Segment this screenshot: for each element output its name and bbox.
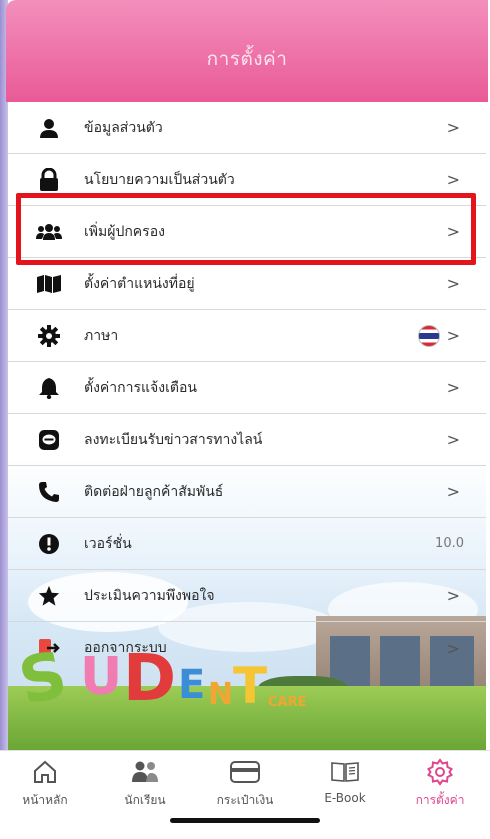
home-icon bbox=[0, 757, 90, 787]
chevron-right-icon: > bbox=[446, 326, 460, 345]
tab-label: E-Book bbox=[324, 791, 366, 805]
tab-students[interactable]: นักเรียน bbox=[100, 757, 190, 817]
menu-item-label: เวอร์ชั่น bbox=[84, 535, 132, 552]
tab-settings[interactable]: การตั้งค่า bbox=[395, 757, 485, 817]
window-edge bbox=[0, 0, 8, 839]
map-icon bbox=[36, 271, 62, 297]
tab-ebook[interactable]: E-Book bbox=[300, 757, 390, 817]
info-icon bbox=[36, 531, 62, 557]
menu-item-version: เวอร์ชั่น 10.0 bbox=[8, 518, 486, 570]
tab-wallet[interactable]: กระเป๋าเงิน bbox=[200, 757, 290, 817]
tab-label: หน้าหลัก bbox=[22, 793, 68, 807]
thai-flag-icon bbox=[418, 324, 440, 347]
settings-icon bbox=[395, 757, 485, 787]
page-header: การตั้งค่า bbox=[6, 0, 488, 102]
chevron-right-icon: > bbox=[446, 170, 460, 189]
phone-icon bbox=[36, 479, 62, 505]
wallet-icon bbox=[200, 757, 290, 787]
menu-item-label: ประเมินความพึงพอใจ bbox=[84, 587, 215, 604]
menu-item-label: ภาษา bbox=[84, 327, 119, 344]
menu-item-label: ข้อมูลส่วนตัว bbox=[84, 119, 163, 136]
gear-icon bbox=[36, 323, 62, 349]
tab-label: กระเป๋าเงิน bbox=[216, 793, 274, 807]
chevron-right-icon: > bbox=[446, 482, 460, 501]
version-number: 10.0 bbox=[435, 536, 464, 551]
bell-icon bbox=[36, 375, 62, 401]
tab-home[interactable]: หน้าหลัก bbox=[0, 757, 90, 817]
person-icon bbox=[36, 115, 62, 141]
line-chat-icon bbox=[36, 427, 62, 453]
menu-item-label: ลงทะเบียนรับข่าวสารทางไลน์ bbox=[84, 431, 263, 448]
bottom-tab-bar: หน้าหลัก นักเรียน กระเป๋าเงิน E-Book การ… bbox=[0, 750, 490, 839]
star-icon bbox=[36, 583, 62, 609]
menu-item-notifications[interactable]: ตั้งค่าการแจ้งเตือน > bbox=[8, 362, 486, 414]
chevron-right-icon: > bbox=[446, 430, 460, 449]
chevron-right-icon: > bbox=[446, 378, 460, 397]
menu-item-label: ตั้งค่าตำแหน่งที่อยู่ bbox=[84, 275, 195, 292]
menu-item-label: ติดต่อฝ่ายลูกค้าสัมพันธ์ bbox=[84, 483, 224, 500]
menu-item-line-register[interactable]: ลงทะเบียนรับข่าวสารทางไลน์ > bbox=[8, 414, 486, 466]
chevron-right-icon: > bbox=[446, 274, 460, 293]
chevron-right-icon: > bbox=[446, 118, 460, 137]
highlight-box-add-guardian bbox=[16, 193, 476, 265]
students-icon bbox=[100, 757, 190, 787]
menu-item-label: ตั้งค่าการแจ้งเตือน bbox=[84, 379, 197, 396]
chevron-right-icon: > bbox=[446, 638, 460, 658]
tab-label: การตั้งค่า bbox=[415, 793, 465, 807]
chevron-right-icon: > bbox=[446, 586, 460, 605]
menu-item-language[interactable]: ภาษา > bbox=[8, 310, 486, 362]
menu-item-profile[interactable]: ข้อมูลส่วนตัว > bbox=[8, 102, 486, 154]
menu-item-rating[interactable]: ประเมินความพึงพอใจ > bbox=[8, 570, 486, 622]
menu-item-contact[interactable]: ติดต่อฝ่ายลูกค้าสัมพันธ์ > bbox=[8, 466, 486, 518]
tab-label: นักเรียน bbox=[124, 793, 166, 807]
menu-item-location[interactable]: ตั้งค่าตำแหน่งที่อยู่ > bbox=[8, 258, 486, 310]
home-indicator bbox=[170, 818, 320, 823]
menu-item-label: นโยบายความเป็นส่วนตัว bbox=[84, 171, 235, 188]
lock-icon bbox=[36, 167, 62, 193]
book-icon bbox=[300, 757, 390, 787]
page-title: การตั้งค่า bbox=[206, 48, 288, 70]
